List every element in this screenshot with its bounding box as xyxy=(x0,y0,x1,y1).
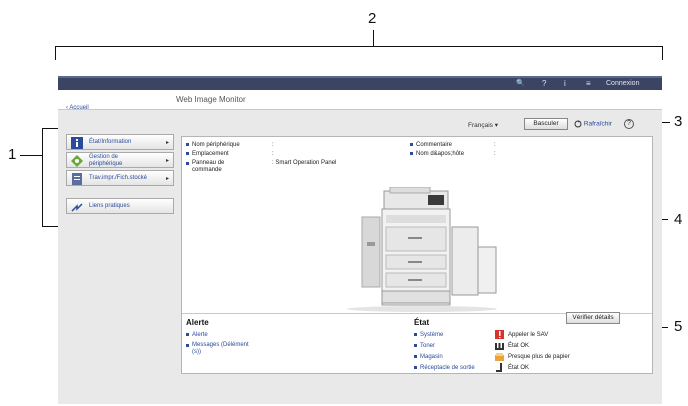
help-icon[interactable]: ? xyxy=(542,79,546,88)
sidebar-item-device-management[interactable]: Gestion de périphérique ▸ xyxy=(66,152,174,168)
call-service-icon xyxy=(495,330,504,339)
chevron-right-icon: ▸ xyxy=(165,176,169,182)
callout-1-bracket xyxy=(42,128,43,226)
chevron-right-icon: ▸ xyxy=(165,158,169,164)
callout-3: 3 xyxy=(674,113,683,130)
sidebar-item-links[interactable]: Liens pratiques xyxy=(66,198,174,214)
page-title: Web Image Monitor xyxy=(176,95,246,104)
language-select[interactable]: Français ▾ xyxy=(468,121,498,129)
refresh-icon xyxy=(574,120,582,128)
info-icon xyxy=(71,137,83,149)
device-name-row: Nom périphérique : xyxy=(186,142,274,148)
web-image-monitor-screen: 🔍 ? i ≡ Connexion Web Image Monitor ‹ Ac… xyxy=(58,76,662,404)
callout-2-bracket xyxy=(55,46,663,47)
chevron-down-icon: ▾ xyxy=(494,122,499,129)
sidebar-item-label: État/Information xyxy=(89,139,132,145)
location-label: Emplacement xyxy=(192,151,229,157)
hostname-label: Nom d&apos;hôte xyxy=(416,151,465,157)
messages-link[interactable]: Messages (Délément (s)) xyxy=(186,342,249,356)
callout-5: 5 xyxy=(674,318,683,335)
output-tray-icon xyxy=(496,363,502,372)
comment-label: Commentaire xyxy=(416,142,453,148)
panel-value: : Smart Operation Panel xyxy=(272,160,337,166)
switch-button[interactable]: Basculer xyxy=(524,118,568,130)
main-panel: Nom périphérique : Emplacement : Panneau… xyxy=(181,136,653,374)
location-row: Emplacement : xyxy=(186,151,274,157)
callout-1-line xyxy=(20,155,42,156)
info-icon[interactable]: i xyxy=(564,79,566,88)
alert-section-title: Alerte xyxy=(186,318,209,327)
status-row-tray-label[interactable]: Magasin xyxy=(414,354,443,360)
refresh-label: Rafraîchir xyxy=(583,120,612,128)
chevron-right-icon: ▸ xyxy=(165,140,169,146)
links-icon xyxy=(71,203,83,212)
hostname-row: Nom d&apos;hôte : xyxy=(410,151,496,157)
callout-2: 2 xyxy=(368,10,377,27)
toner-icon xyxy=(495,343,504,350)
panel-row: Panneau de commande : Smart Operation Pa… xyxy=(186,160,336,174)
sidebar-item-label: Gestion de périphérique xyxy=(89,154,123,167)
status-row-system-label[interactable]: Système xyxy=(414,332,443,338)
language-value: Français xyxy=(468,122,493,129)
alert-link[interactable]: Alerte xyxy=(186,332,208,338)
help-circle-icon[interactable]: ? xyxy=(624,119,634,129)
check-details-button[interactable]: Vérifier détails xyxy=(566,312,620,324)
status-output-value: État OK xyxy=(508,365,530,371)
location-sep: : xyxy=(272,151,274,157)
status-row-toner-label[interactable]: Toner xyxy=(414,343,435,349)
callout-1: 1 xyxy=(8,146,17,163)
menu-icon[interactable]: ≡ xyxy=(586,79,591,88)
status-section-title: État xyxy=(414,318,430,327)
top-bar: 🔍 ? i ≡ Connexion xyxy=(58,76,662,90)
sidebar-item-label: Liens pratiques xyxy=(89,203,130,209)
hostname-sep: : xyxy=(494,151,496,157)
paper-tray-icon xyxy=(495,353,504,361)
status-system-value: Appeler le SAV xyxy=(508,332,549,338)
sidebar-item-jobs[interactable]: Trav.impr./Fich.stocké ▸ xyxy=(66,170,174,186)
callout-2-bracket-right xyxy=(662,46,663,60)
device-management-icon xyxy=(71,155,83,167)
status-toner-value: État OK xyxy=(508,343,530,349)
panel-label: Panneau de commande xyxy=(192,160,225,173)
callout-2-vertical xyxy=(373,30,374,46)
sidebar-item-status[interactable]: État/Information ▸ xyxy=(66,134,174,150)
header: Web Image Monitor xyxy=(58,90,662,110)
comment-sep: : xyxy=(494,142,496,148)
login-link[interactable]: Connexion xyxy=(606,80,639,87)
comment-row: Commentaire : xyxy=(410,142,496,148)
help-label: ? xyxy=(627,120,631,127)
status-tray-value: Presque plus de papier xyxy=(508,354,570,360)
job-document-icon xyxy=(72,173,82,185)
callout-2-bracket-left xyxy=(55,46,56,60)
sidebar-item-label: Trav.impr./Fich.stocké xyxy=(89,175,148,181)
status-row-output-label[interactable]: Réceptacle de sortie xyxy=(414,365,475,371)
callout-4: 4 xyxy=(674,211,683,228)
device-name-label: Nom périphérique xyxy=(192,142,240,148)
back-home-link[interactable]: ‹ Accueil xyxy=(66,105,89,111)
device-name-sep: : xyxy=(272,142,274,148)
refresh-button[interactable]: Rafraîchir xyxy=(574,120,612,128)
search-icon[interactable]: 🔍 xyxy=(516,79,525,87)
printer-image xyxy=(347,187,497,312)
